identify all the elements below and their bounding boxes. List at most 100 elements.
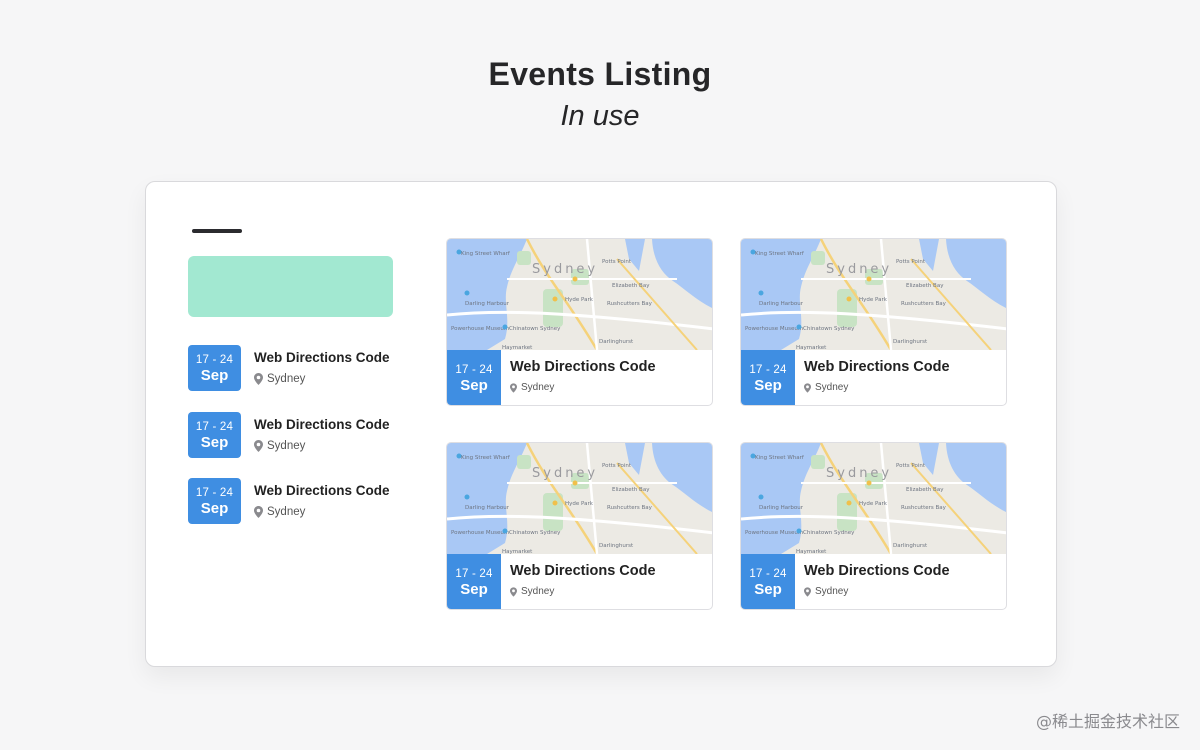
- page-title: Events Listing: [488, 56, 712, 92]
- sidebar-event-item[interactable]: 17 - 24 Sep Web Directions Code Sydney: [188, 345, 438, 391]
- map-place-label: Hyde Park: [859, 297, 888, 303]
- map-place-label: Hyde Park: [565, 501, 594, 507]
- date-range: 17 - 24: [455, 364, 493, 376]
- map-marker-icon: [456, 453, 462, 459]
- sidebar-event-item[interactable]: 17 - 24 Sep Web Directions Code Sydney: [188, 478, 438, 524]
- map-marker-icon: [502, 528, 508, 534]
- event-title: Web Directions Code: [254, 350, 390, 365]
- map-city-label: Sydney: [532, 466, 598, 481]
- date-month: Sep: [200, 499, 229, 517]
- map-place-label: Darling Harbour: [759, 301, 804, 307]
- date-range: 17 - 24: [455, 568, 493, 580]
- map-marker-icon: [502, 324, 508, 330]
- date-badge: 17 - 24 Sep: [741, 350, 795, 405]
- date-range: 17 - 24: [195, 486, 234, 499]
- map-marker-icon: [464, 290, 470, 296]
- map-place-label: Darlinghurst: [599, 339, 634, 345]
- map-place-label: King Street Wharf: [461, 251, 511, 257]
- map-marker-icon: [796, 324, 802, 330]
- event-card[interactable]: Sydney King Street Wharf Potts Point Elizab…: [446, 442, 713, 610]
- map-marker-icon: [758, 494, 764, 500]
- map-place-label: King Street Wharf: [755, 455, 805, 461]
- map-city-label: Sydney: [826, 262, 892, 277]
- location-pin-icon: [804, 586, 811, 597]
- map-place-label: Rushcutters Bay: [901, 301, 947, 307]
- event-location-text: Sydney: [521, 586, 555, 597]
- map-place-label: Potts Point: [602, 259, 632, 265]
- date-badge: 17 - 24 Sep: [741, 554, 795, 609]
- map-place-label: Darling Harbour: [759, 505, 804, 511]
- event-location: Sydney: [254, 440, 390, 452]
- event-title: Web Directions Code: [510, 359, 656, 375]
- location-pin-icon: [510, 586, 517, 597]
- event-location: Sydney: [254, 373, 390, 385]
- event-title: Web Directions Code: [804, 359, 950, 375]
- map-place-label: Elizabeth Bay: [612, 487, 650, 493]
- event-location-text: Sydney: [815, 586, 849, 597]
- map-marker-icon: [552, 296, 558, 302]
- date-month: Sep: [754, 581, 782, 598]
- event-card[interactable]: Sydney King Street Wharf Potts Point Elizab…: [740, 238, 1007, 406]
- event-location-text: Sydney: [267, 440, 306, 452]
- map-place-label: Powerhouse Museum: [745, 326, 803, 332]
- map-city-label: Sydney: [532, 262, 598, 277]
- map-place-label: Chinatown Sydney: [509, 326, 561, 332]
- map-place-label: Rushcutters Bay: [607, 505, 653, 511]
- date-month: Sep: [460, 581, 488, 598]
- map-place-label: Powerhouse Museum: [451, 326, 509, 332]
- map-place-label: King Street Wharf: [461, 455, 511, 461]
- map-place-label: King Street Wharf: [755, 251, 805, 257]
- date-range: 17 - 24: [749, 568, 787, 580]
- watermark: @稀土掘金技术社区: [1035, 712, 1180, 731]
- map-marker-icon: [866, 276, 872, 282]
- map-place-label: Powerhouse Museum: [745, 530, 803, 536]
- location-pin-icon: [254, 373, 263, 385]
- event-title: Web Directions Code: [254, 483, 390, 498]
- map-marker-icon: [572, 276, 578, 282]
- map-marker-icon: [572, 480, 578, 486]
- event-location: Sydney: [804, 586, 950, 597]
- map-marker-icon: [846, 296, 852, 302]
- map-thumbnail: Sydney King Street Wharf Potts Point Elizab…: [741, 443, 1006, 554]
- event-location-text: Sydney: [267, 506, 306, 518]
- event-title: Web Directions Code: [510, 563, 656, 579]
- date-month: Sep: [754, 377, 782, 394]
- map-marker-icon: [866, 480, 872, 486]
- event-location: Sydney: [510, 382, 656, 393]
- map-place-label: Hyde Park: [859, 501, 888, 507]
- map-place-label: Elizabeth Bay: [612, 283, 650, 289]
- event-card[interactable]: Sydney King Street Wharf Potts Point Elizab…: [446, 238, 713, 406]
- date-month: Sep: [460, 377, 488, 394]
- date-badge: 17 - 24 Sep: [447, 350, 501, 405]
- map-marker-icon: [796, 528, 802, 534]
- map-place-label: Potts Point: [896, 463, 926, 469]
- map-place-label: Chinatown Sydney: [509, 530, 561, 536]
- map-marker-icon: [750, 453, 756, 459]
- page-subtitle: In use: [560, 100, 640, 132]
- map-place-label: Rushcutters Bay: [901, 505, 947, 511]
- map-place-label: Potts Point: [602, 463, 632, 469]
- map-marker-icon: [464, 494, 470, 500]
- map-thumbnail: Sydney King Street Wharf Potts Point Elizab…: [447, 443, 712, 554]
- events-panel: 17 - 24 Sep Web Directions Code Sydney 1…: [145, 181, 1057, 667]
- date-range: 17 - 24: [749, 364, 787, 376]
- map-city-label: Sydney: [826, 466, 892, 481]
- event-location-text: Sydney: [267, 373, 306, 385]
- map-marker-icon: [846, 500, 852, 506]
- location-pin-icon: [254, 506, 263, 518]
- event-location: Sydney: [804, 382, 950, 393]
- location-pin-icon: [254, 440, 263, 452]
- event-card[interactable]: Sydney King Street Wharf Potts Point Elizab…: [740, 442, 1007, 610]
- date-badge: 17 - 24 Sep: [188, 345, 241, 391]
- map-thumbnail: Sydney King Street Wharf Potts Point Elizab…: [741, 239, 1006, 350]
- sidebar-event-item[interactable]: 17 - 24 Sep Web Directions Code Sydney: [188, 412, 438, 458]
- map-marker-icon: [750, 249, 756, 255]
- date-badge: 17 - 24 Sep: [447, 554, 501, 609]
- sidebar-divider: [192, 229, 242, 233]
- map-marker-icon: [456, 249, 462, 255]
- event-location: Sydney: [510, 586, 656, 597]
- map-place-label: Darlinghurst: [893, 339, 928, 345]
- location-pin-icon: [510, 382, 517, 393]
- event-title: Web Directions Code: [804, 563, 950, 579]
- map-place-label: Darlinghurst: [893, 543, 928, 549]
